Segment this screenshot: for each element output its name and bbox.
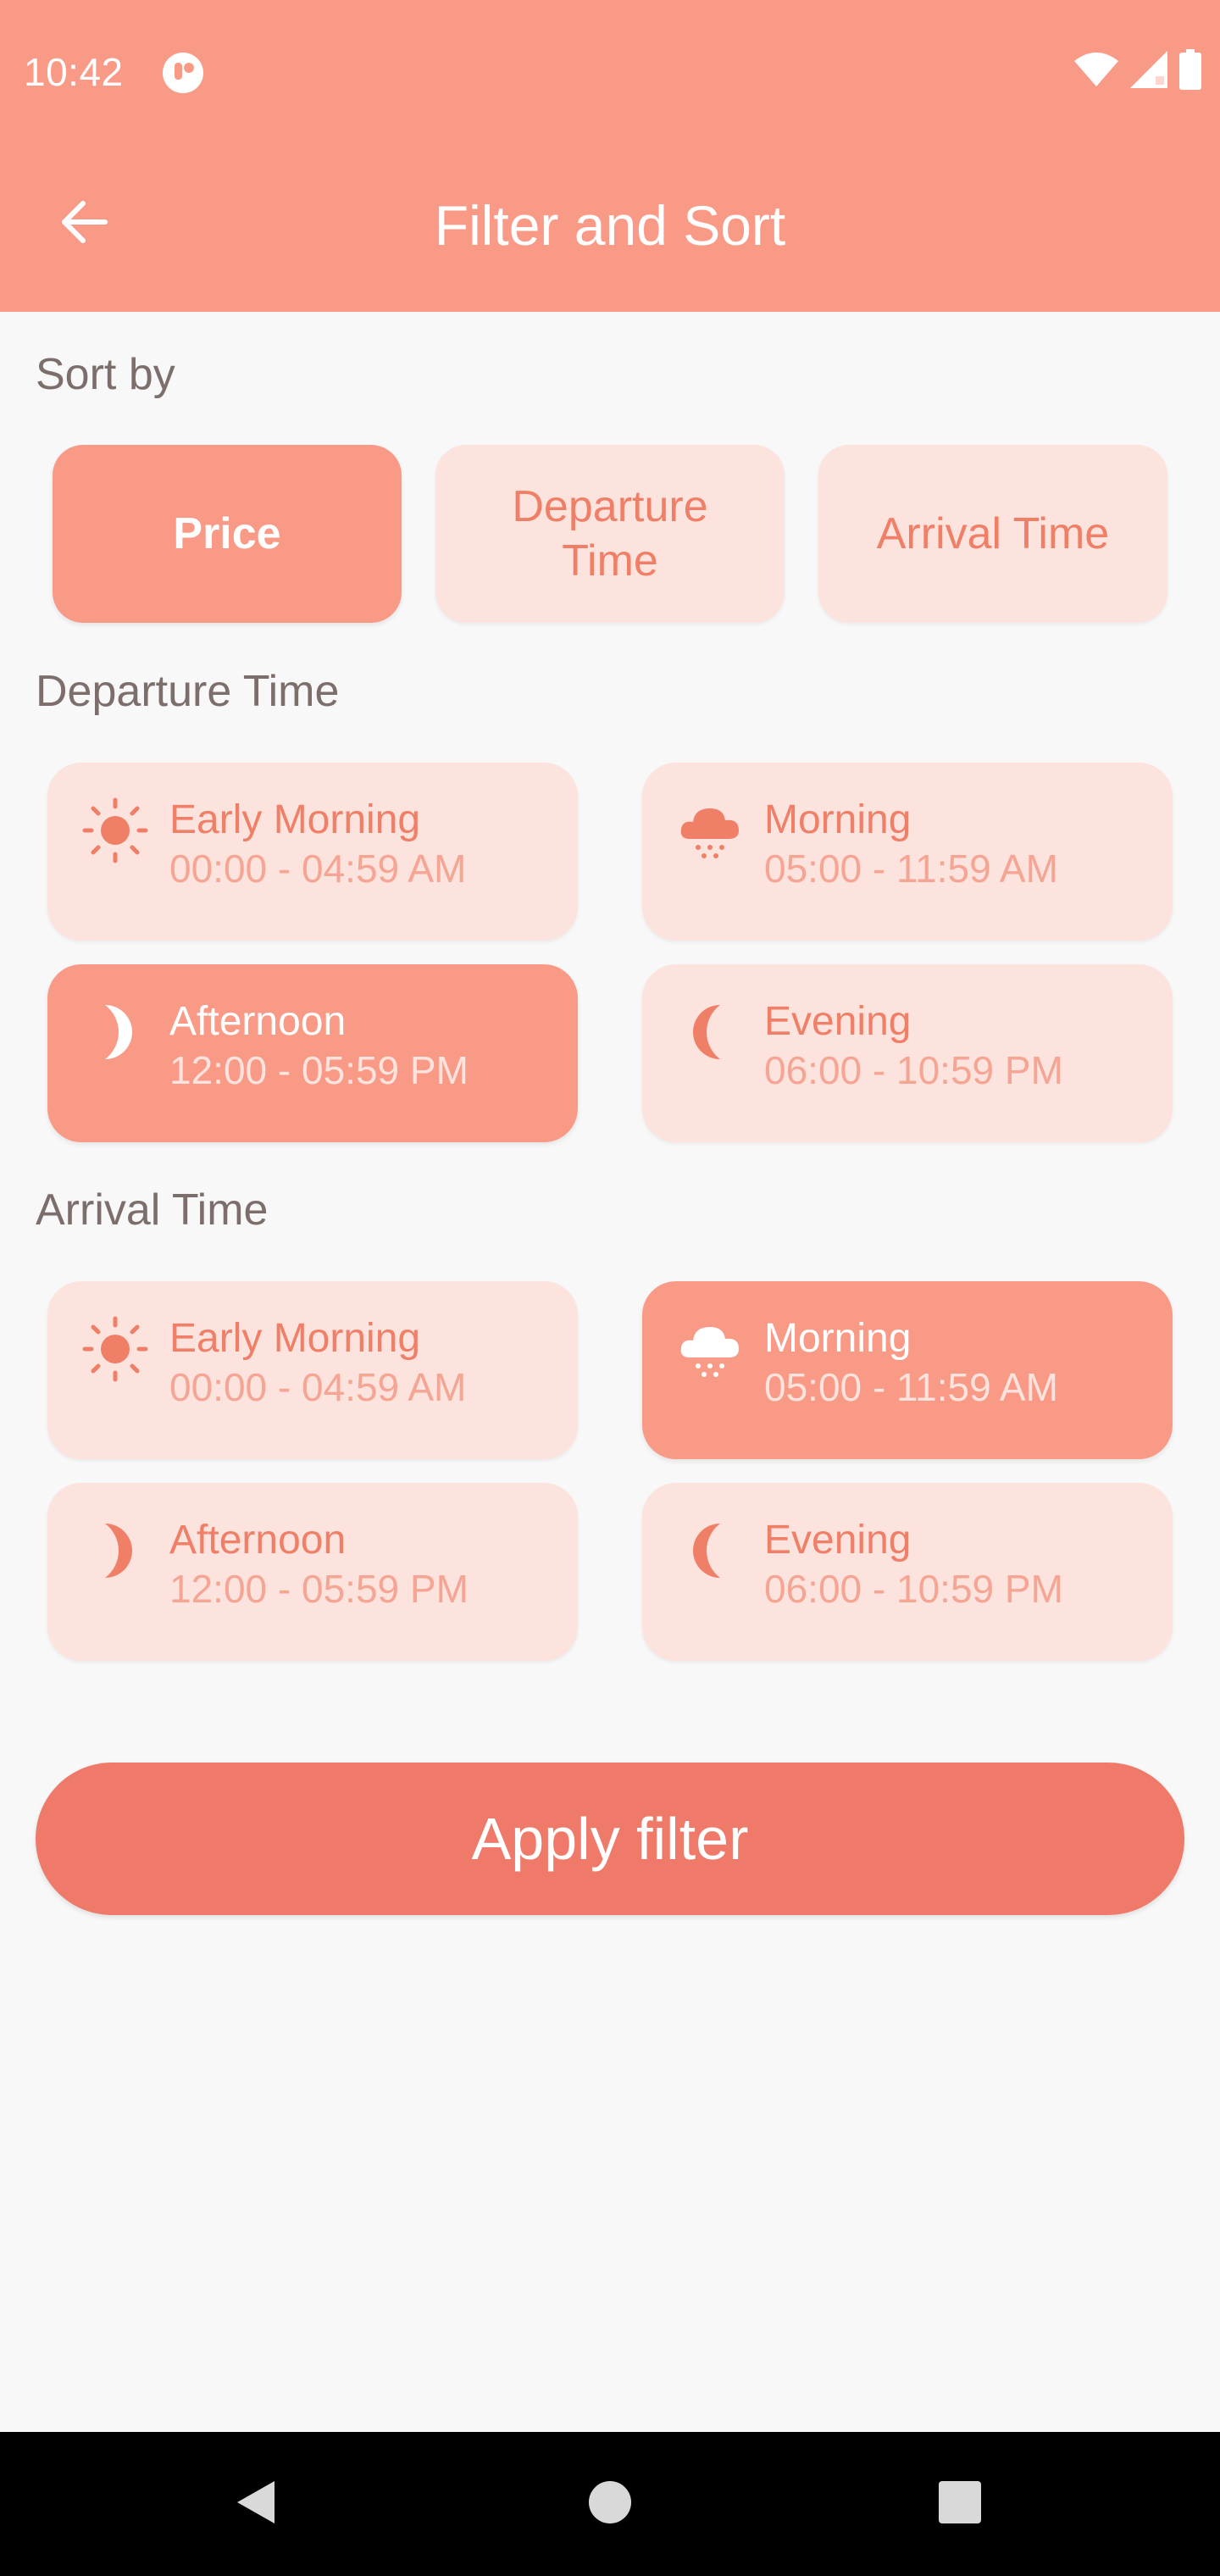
status-bar: 10:42 [0, 0, 1220, 144]
slot-label: Morning [764, 797, 912, 842]
sort-option-arrival-time[interactable]: Arrival Time [818, 445, 1167, 623]
slot-label: Evening [764, 1518, 912, 1563]
sun-icon [81, 797, 149, 864]
status-icons [1074, 49, 1201, 94]
slot-label: Early Morning [169, 797, 421, 842]
sort-option-departure-time[interactable]: Departure Time [435, 445, 785, 623]
slot-range: 00:00 - 04:59 AM [169, 847, 467, 891]
slot-label: Evening [764, 999, 912, 1044]
signal-icon [1130, 51, 1167, 92]
cloud-snow-icon [676, 1315, 744, 1383]
system-nav-bar [0, 2432, 1220, 2576]
nav-home-button[interactable] [572, 2466, 648, 2542]
nav-back-button[interactable] [217, 2466, 293, 2542]
arrival-morning-card[interactable]: Morning 05:00 - 11:59 AM [642, 1281, 1173, 1459]
apply-filter-button[interactable]: Apply filter [36, 1763, 1184, 1915]
half-moon-icon [81, 998, 149, 1066]
departure-morning-card[interactable]: Morning 05:00 - 11:59 AM [642, 763, 1173, 941]
recents-square-icon [937, 2479, 983, 2529]
arrival-early-morning-card[interactable]: Early Morning 00:00 - 04:59 AM [47, 1281, 578, 1459]
slot-label: Afternoon [169, 999, 347, 1044]
crescent-moon-icon [676, 998, 744, 1066]
departure-afternoon-card[interactable]: Afternoon 12:00 - 05:59 PM [47, 964, 578, 1142]
page-title: Filter and Sort [434, 194, 786, 257]
cloud-snow-icon [676, 797, 744, 864]
departure-early-morning-card[interactable]: Early Morning 00:00 - 04:59 AM [47, 763, 578, 941]
slot-range: 05:00 - 11:59 AM [764, 847, 1058, 891]
sort-option-label: Arrival Time [876, 509, 1110, 558]
sort-section-title: Sort by [36, 350, 175, 399]
arrival-section-title: Arrival Time [36, 1185, 269, 1235]
home-circle-icon [587, 2479, 633, 2529]
crescent-moon-icon [676, 1517, 744, 1585]
slot-range: 12:00 - 05:59 PM [169, 1048, 469, 1092]
slot-range: 05:00 - 11:59 AM [764, 1365, 1058, 1409]
half-moon-icon [81, 1517, 149, 1585]
apply-filter-label: Apply filter [471, 1806, 749, 1872]
sort-option-price[interactable]: Price [53, 445, 402, 623]
sort-option-label: Departure Time [512, 482, 708, 586]
status-time: 10:42 [24, 50, 124, 94]
app-notification-icon [161, 51, 205, 95]
sun-icon [81, 1315, 149, 1383]
app-bar: Filter and Sort [0, 144, 1220, 312]
slot-range: 06:00 - 10:59 PM [764, 1567, 1063, 1611]
slot-range: 00:00 - 04:59 AM [169, 1365, 467, 1409]
slot-range: 12:00 - 05:59 PM [169, 1567, 469, 1611]
back-triangle-icon [232, 2478, 278, 2531]
arrival-afternoon-card[interactable]: Afternoon 12:00 - 05:59 PM [47, 1483, 578, 1661]
nav-recents-button[interactable] [922, 2466, 998, 2542]
arrival-evening-card[interactable]: Evening 06:00 - 10:59 PM [642, 1483, 1173, 1661]
battery-icon [1179, 49, 1201, 94]
slot-label: Early Morning [169, 1316, 421, 1361]
slot-range: 06:00 - 10:59 PM [764, 1048, 1063, 1092]
departure-evening-card[interactable]: Evening 06:00 - 10:59 PM [642, 964, 1173, 1142]
slot-label: Morning [764, 1316, 912, 1361]
slot-label: Afternoon [169, 1518, 347, 1563]
departure-section-title: Departure Time [36, 667, 340, 716]
sort-option-label: Price [173, 509, 281, 558]
wifi-icon [1074, 51, 1118, 92]
